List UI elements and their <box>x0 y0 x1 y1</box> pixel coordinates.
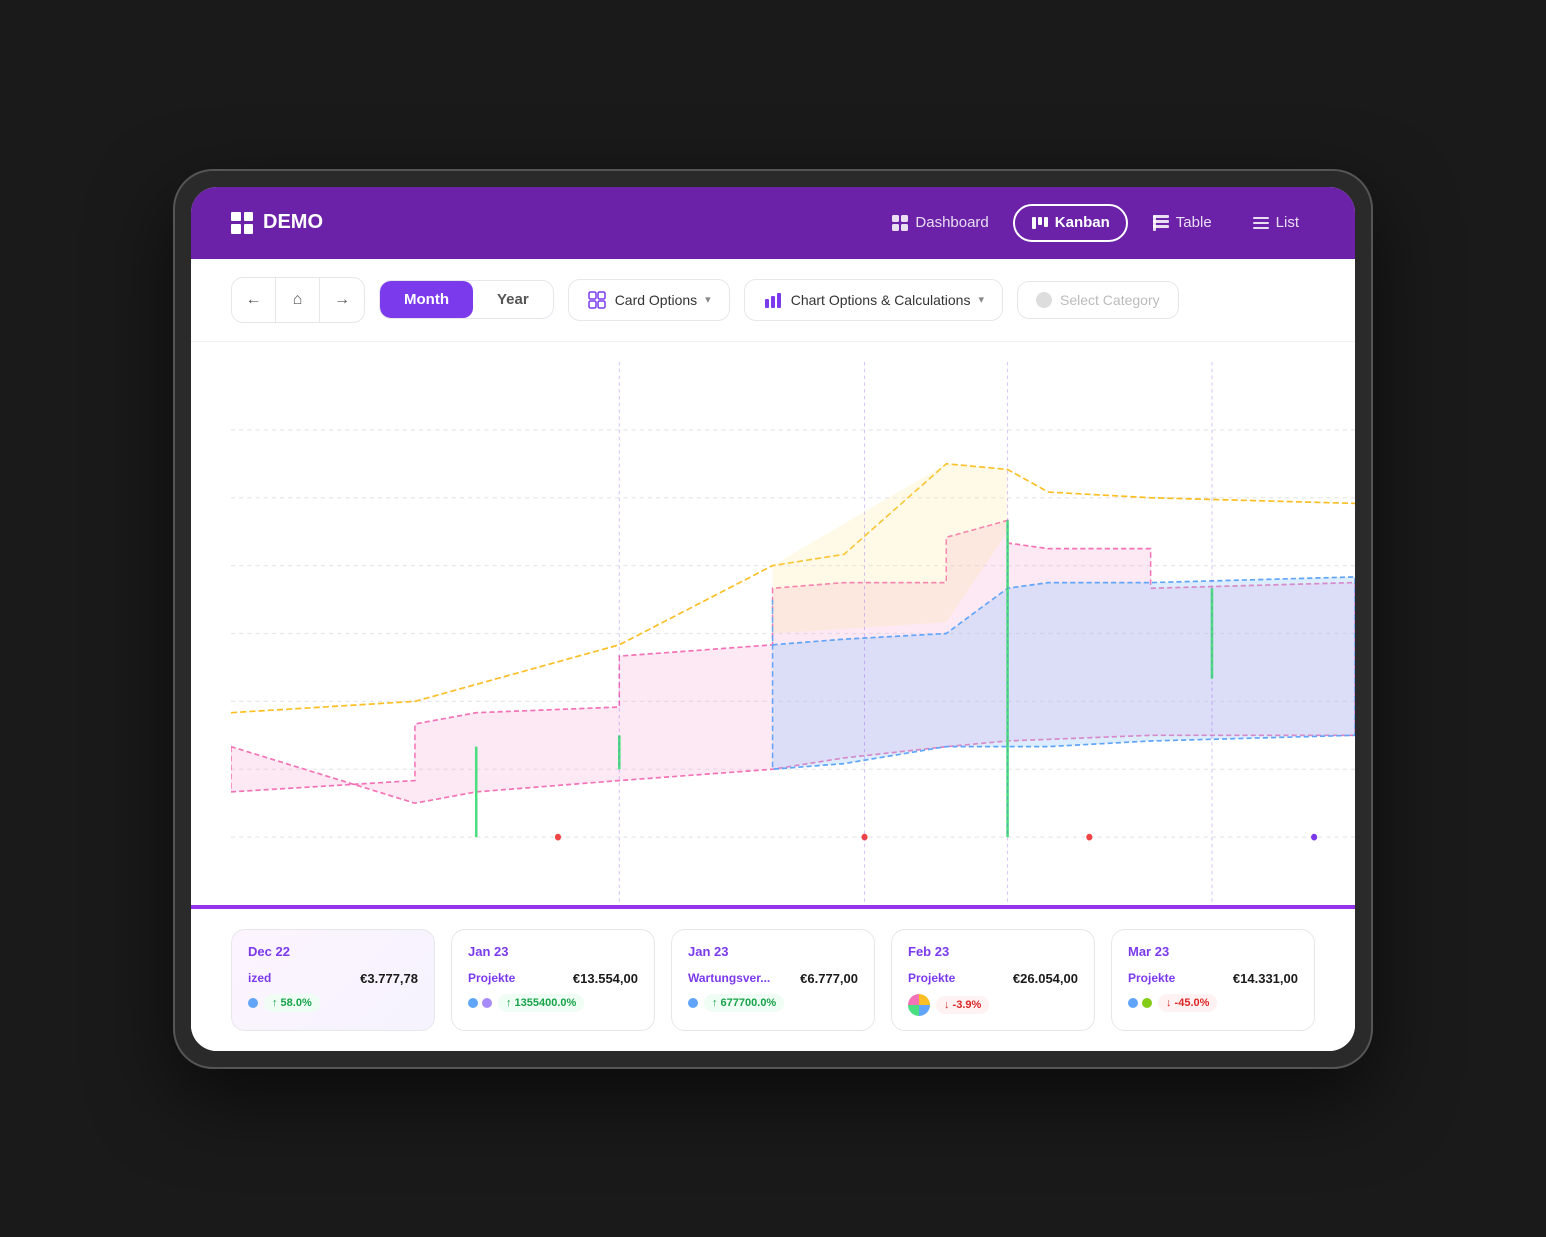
chart-area <box>191 342 1355 905</box>
badge-jan23-2: ↑ 677700.0% <box>704 994 784 1012</box>
dot-purple-1 <box>482 998 492 1008</box>
card-row-mar23: Projekte €14.331,00 <box>1128 971 1298 986</box>
card-row-feb23: Projekte €26.054,00 <box>908 971 1078 986</box>
card-options-icon <box>587 290 607 310</box>
device-screen: DEMO Dashboard <box>191 187 1355 1051</box>
dot-blue-2 <box>688 998 698 1008</box>
multi-dot-feb23 <box>908 994 930 1016</box>
card-dots-mar23 <box>1128 998 1152 1008</box>
nav-kanban-label: Kanban <box>1055 214 1110 231</box>
dashboard-icon <box>891 214 909 232</box>
chart-svg <box>231 362 1355 905</box>
nav-item-list[interactable]: List <box>1236 206 1315 240</box>
month-card-jan23-1: Jan 23 Projekte €13.554,00 ↑ 1355400.0% <box>451 929 655 1031</box>
card-month-mar23: Mar 23 <box>1128 944 1298 959</box>
year-button[interactable]: Year <box>473 281 553 318</box>
dot-blue-3 <box>1128 998 1138 1008</box>
card-value-feb23: €26.054,00 <box>1013 971 1078 986</box>
select-category-button[interactable]: Select Category <box>1017 281 1179 319</box>
table-icon <box>1152 214 1170 232</box>
back-button[interactable]: ← <box>232 278 276 322</box>
nav-controls: ← ⌂ → <box>231 277 365 323</box>
card-value-jan23-2: €6.777,00 <box>800 971 858 986</box>
card-options-button[interactable]: Card Options ▾ <box>568 279 730 321</box>
nav-item-kanban[interactable]: Kanban <box>1013 204 1128 242</box>
nav-item-table[interactable]: Table <box>1136 206 1228 240</box>
card-value-mar23: €14.331,00 <box>1233 971 1298 986</box>
nav-list-label: List <box>1276 214 1299 231</box>
app-logo: DEMO <box>231 211 323 234</box>
badge-jan23-1: ↑ 1355400.0% <box>498 994 584 1012</box>
nav-dashboard-label: Dashboard <box>915 214 988 231</box>
card-month-dec22: Dec 22 <box>248 944 418 959</box>
card-name-projekte-2: Projekte <box>908 971 955 985</box>
badge-mar23: ↓ -45.0% <box>1158 994 1217 1012</box>
badge-dec22: ↑ 58.0% <box>264 994 320 1012</box>
card-month-feb23: Feb 23 <box>908 944 1078 959</box>
card-row-jan23-2: Wartungsver... €6.777,00 <box>688 971 858 986</box>
card-name-projekte-1: Projekte <box>468 971 515 985</box>
dot-green-3 <box>1142 998 1152 1008</box>
cards-row: Dec 22 ized €3.777,78 ↑ 58.0% Jan 23 Pro… <box>191 907 1355 1051</box>
chart-options-label: Chart Options & Calculations <box>791 292 971 308</box>
card-row-dec22-1: ized €3.777,78 <box>248 971 418 986</box>
forward-button[interactable]: → <box>320 278 364 322</box>
card-name-wartung: Wartungsver... <box>688 971 770 985</box>
logo-text: DEMO <box>263 211 323 234</box>
category-icon <box>1036 292 1052 308</box>
main-content: Dec 22 ized €3.777,78 ↑ 58.0% Jan 23 Pro… <box>191 342 1355 1051</box>
select-category-label: Select Category <box>1060 292 1160 308</box>
card-value-jan23-1: €13.554,00 <box>573 971 638 986</box>
nav-table-label: Table <box>1176 214 1212 231</box>
logo-icon <box>231 212 253 234</box>
month-button[interactable]: Month <box>380 281 473 318</box>
month-card-mar23: Mar 23 Projekte €14.331,00 ↓ -45.0% <box>1111 929 1315 1031</box>
toolbar: ← ⌂ → Month Year Card Op <box>191 259 1355 342</box>
card-dots-jan23-2 <box>688 998 698 1008</box>
period-toggle: Month Year <box>379 280 554 319</box>
device-frame: DEMO Dashboard <box>173 169 1373 1069</box>
card-dots-jan23-1 <box>468 998 492 1008</box>
kanban-icon <box>1031 214 1049 232</box>
card-row-jan23-1: Projekte €13.554,00 <box>468 971 638 986</box>
card-options-label: Card Options <box>615 292 697 308</box>
home-button[interactable]: ⌂ <box>276 278 320 322</box>
dot-blue <box>248 998 258 1008</box>
month-card-dec22: Dec 22 ized €3.777,78 ↑ 58.0% <box>231 929 435 1031</box>
month-card-jan23-2: Jan 23 Wartungsver... €6.777,00 ↑ 677700… <box>671 929 875 1031</box>
month-card-feb23: Feb 23 Projekte €26.054,00 ↓ -3.9% <box>891 929 1095 1031</box>
chart-options-button[interactable]: Chart Options & Calculations ▾ <box>744 279 1003 321</box>
nav-item-dashboard[interactable]: Dashboard <box>875 206 1004 240</box>
list-icon <box>1252 214 1270 232</box>
card-options-chevron: ▾ <box>705 293 711 306</box>
card-month-jan23-1: Jan 23 <box>468 944 638 959</box>
dot-blue-1 <box>468 998 478 1008</box>
card-month-jan23-2: Jan 23 <box>688 944 858 959</box>
card-name-projekte-3: Projekte <box>1128 971 1175 985</box>
card-value-dec22: €3.777,78 <box>360 971 418 986</box>
main-nav: Dashboard Kanban <box>875 204 1315 242</box>
chart-options-chevron: ▾ <box>978 293 984 306</box>
chart-options-icon <box>763 290 783 310</box>
card-name-ized: ized <box>248 971 271 985</box>
badge-feb23: ↓ -3.9% <box>936 996 989 1014</box>
app-header: DEMO Dashboard <box>191 187 1355 259</box>
